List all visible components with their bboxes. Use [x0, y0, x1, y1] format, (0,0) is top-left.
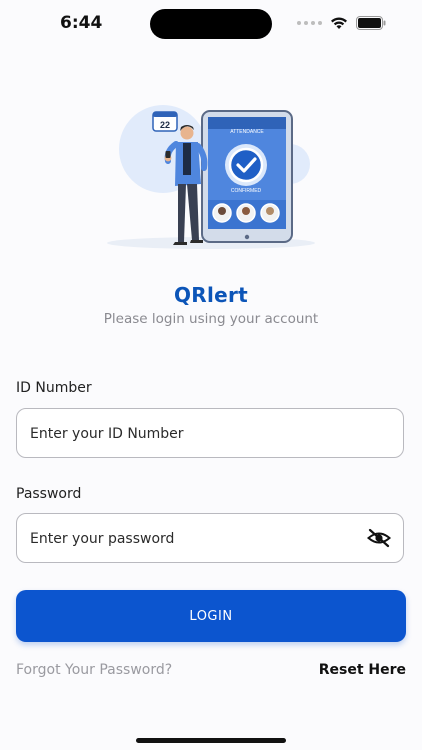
illustration-screen-header: ATTENDANCE [230, 129, 264, 135]
login-subtitle: Please login using your account [103, 311, 319, 327]
calendar-day: 22 [160, 120, 170, 130]
illustration-confirmed-text: CONFIRMED [231, 188, 262, 194]
status-time: 6:44 [60, 13, 103, 33]
password-field[interactable] [16, 513, 404, 564]
eye-off-icon[interactable] [367, 528, 391, 548]
id-number-input[interactable] [28, 409, 352, 459]
login-screen: 6:44 ATTENDANCE CONFIRMED 22 QRlert Plea… [0, 0, 422, 750]
battery-icon [356, 16, 386, 30]
app-title: QRlert [173, 283, 249, 307]
password-label: Password [16, 486, 82, 502]
id-number-field[interactable] [16, 408, 404, 459]
cellular-signal-icon [297, 21, 322, 25]
login-button[interactable]: LOGIN [16, 590, 406, 642]
wifi-icon [331, 17, 347, 29]
password-input[interactable] [28, 514, 352, 564]
calendar-icon: 22 [152, 111, 178, 132]
forgot-password-text: Forgot Your Password? [16, 662, 173, 678]
home-indicator [136, 738, 286, 743]
status-icons [297, 15, 386, 31]
id-number-label: ID Number [16, 380, 92, 396]
attendance-illustration: ATTENDANCE CONFIRMED 22 [107, 105, 315, 249]
dynamic-island [150, 9, 272, 39]
reset-here-link[interactable]: Reset Here [319, 662, 406, 678]
